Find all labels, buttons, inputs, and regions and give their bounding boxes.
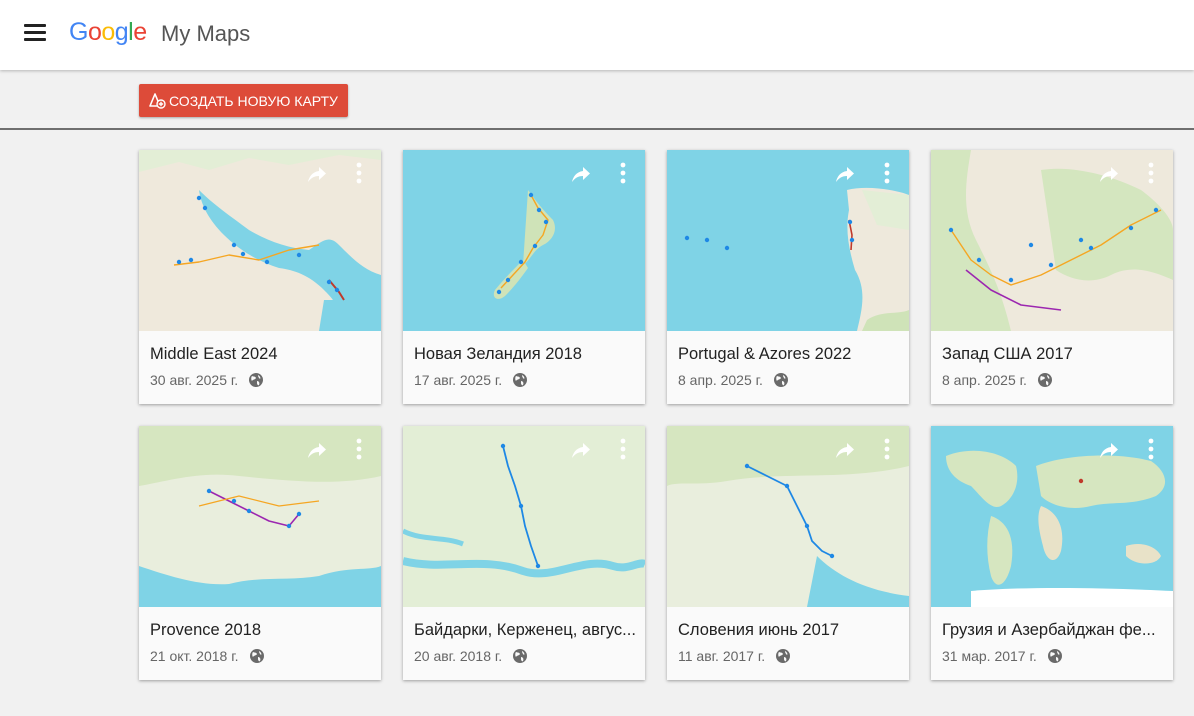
map-date: 21 окт. 2018 г. xyxy=(150,648,239,664)
top-app-bar: Google My Maps xyxy=(0,0,1194,70)
map-title[interactable]: Запад США 2017 xyxy=(942,345,1166,364)
map-title[interactable]: Словения июнь 2017 xyxy=(678,621,902,640)
map-meta: 21 окт. 2018 г. xyxy=(150,648,265,664)
globe-icon xyxy=(248,372,264,388)
map-thumbnail[interactable] xyxy=(139,150,381,331)
hamburger-menu-icon[interactable] xyxy=(24,24,46,42)
map-thumbnail-art xyxy=(403,150,645,331)
map-date: 8 апр. 2025 г. xyxy=(678,372,763,388)
globe-icon xyxy=(512,372,528,388)
map-thumbnail-art xyxy=(403,426,645,607)
more-options-icon[interactable] xyxy=(615,160,631,186)
map-meta: 31 мар. 2017 г. xyxy=(942,648,1063,664)
more-options-icon[interactable] xyxy=(1143,436,1159,462)
map-card[interactable]: Словения июнь 2017 11 авг. 2017 г. xyxy=(667,426,909,680)
share-icon[interactable] xyxy=(1097,162,1121,186)
add-map-icon xyxy=(149,92,166,109)
action-bar: СОЗДАТЬ НОВУЮ КАРТУ xyxy=(0,70,1194,130)
share-icon[interactable] xyxy=(305,162,329,186)
map-thumbnail-art xyxy=(139,150,381,331)
map-thumbnail[interactable] xyxy=(403,150,645,331)
logo-letter: o xyxy=(87,18,102,46)
map-title[interactable]: Portugal & Azores 2022 xyxy=(678,345,902,364)
map-thumbnail-art xyxy=(667,150,909,331)
globe-icon xyxy=(1047,648,1063,664)
logo-letter: e xyxy=(133,18,147,46)
map-thumbnail[interactable] xyxy=(403,426,645,607)
globe-icon xyxy=(773,372,789,388)
create-new-map-button[interactable]: СОЗДАТЬ НОВУЮ КАРТУ xyxy=(139,84,348,117)
map-title[interactable]: Provence 2018 xyxy=(150,621,374,640)
google-logo[interactable]: Google xyxy=(69,18,147,47)
more-options-icon[interactable] xyxy=(351,436,367,462)
map-card[interactable]: Грузия и Азербайджан фе... 31 мар. 2017 … xyxy=(931,426,1173,680)
logo-letter: g xyxy=(114,18,129,46)
globe-icon xyxy=(1037,372,1053,388)
logo-letter: o xyxy=(101,18,115,46)
share-icon[interactable] xyxy=(833,162,857,186)
globe-icon xyxy=(249,648,265,664)
more-options-icon[interactable] xyxy=(1143,160,1159,186)
create-new-map-label: СОЗДАТЬ НОВУЮ КАРТУ xyxy=(169,92,338,109)
map-date: 8 апр. 2025 г. xyxy=(942,372,1027,388)
globe-icon xyxy=(775,648,791,664)
map-card[interactable]: Запад США 2017 8 апр. 2025 г. xyxy=(931,150,1173,404)
map-thumbnail[interactable] xyxy=(139,426,381,607)
map-card[interactable]: Provence 2018 21 окт. 2018 г. xyxy=(139,426,381,680)
map-thumbnail[interactable] xyxy=(931,426,1173,607)
map-thumbnail[interactable] xyxy=(667,426,909,607)
globe-icon xyxy=(512,648,528,664)
more-options-icon[interactable] xyxy=(615,436,631,462)
share-icon[interactable] xyxy=(569,162,593,186)
map-meta: 30 авг. 2025 г. xyxy=(150,372,264,388)
map-title[interactable]: Байдарки, Керженец, авгус... xyxy=(414,621,638,640)
map-meta: 20 авг. 2018 г. xyxy=(414,648,528,664)
map-date: 11 авг. 2017 г. xyxy=(678,648,766,664)
logo-letter: G xyxy=(69,18,88,46)
map-thumbnail-art xyxy=(139,426,381,607)
map-thumbnail-art xyxy=(931,150,1173,331)
map-card[interactable]: Middle East 2024 30 авг. 2025 г. xyxy=(139,150,381,404)
map-date: 31 мар. 2017 г. xyxy=(942,648,1037,664)
map-card[interactable]: Байдарки, Керженец, авгус... 20 авг. 201… xyxy=(403,426,645,680)
map-thumbnail-art xyxy=(667,426,909,607)
map-thumbnail[interactable] xyxy=(667,150,909,331)
map-thumbnail-art xyxy=(931,426,1173,607)
map-meta: 11 авг. 2017 г. xyxy=(678,648,791,664)
map-title[interactable]: Новая Зеландия 2018 xyxy=(414,345,638,364)
more-options-icon[interactable] xyxy=(351,160,367,186)
map-card[interactable]: Portugal & Azores 2022 8 апр. 2025 г. xyxy=(667,150,909,404)
map-meta: 8 апр. 2025 г. xyxy=(942,372,1053,388)
map-title[interactable]: Middle East 2024 xyxy=(150,345,374,364)
map-date: 30 авг. 2025 г. xyxy=(150,372,239,388)
map-date: 20 авг. 2018 г. xyxy=(414,648,503,664)
more-options-icon[interactable] xyxy=(879,436,895,462)
product-name: My Maps xyxy=(161,21,251,46)
more-options-icon[interactable] xyxy=(879,160,895,186)
share-icon[interactable] xyxy=(569,438,593,462)
map-title[interactable]: Грузия и Азербайджан фе... xyxy=(942,621,1166,640)
map-thumbnail[interactable] xyxy=(931,150,1173,331)
share-icon[interactable] xyxy=(1097,438,1121,462)
map-meta: 8 апр. 2025 г. xyxy=(678,372,789,388)
map-date: 17 авг. 2025 г. xyxy=(414,372,503,388)
map-card[interactable]: Новая Зеландия 2018 17 авг. 2025 г. xyxy=(403,150,645,404)
map-meta: 17 авг. 2025 г. xyxy=(414,372,528,388)
share-icon[interactable] xyxy=(833,438,857,462)
share-icon[interactable] xyxy=(305,438,329,462)
